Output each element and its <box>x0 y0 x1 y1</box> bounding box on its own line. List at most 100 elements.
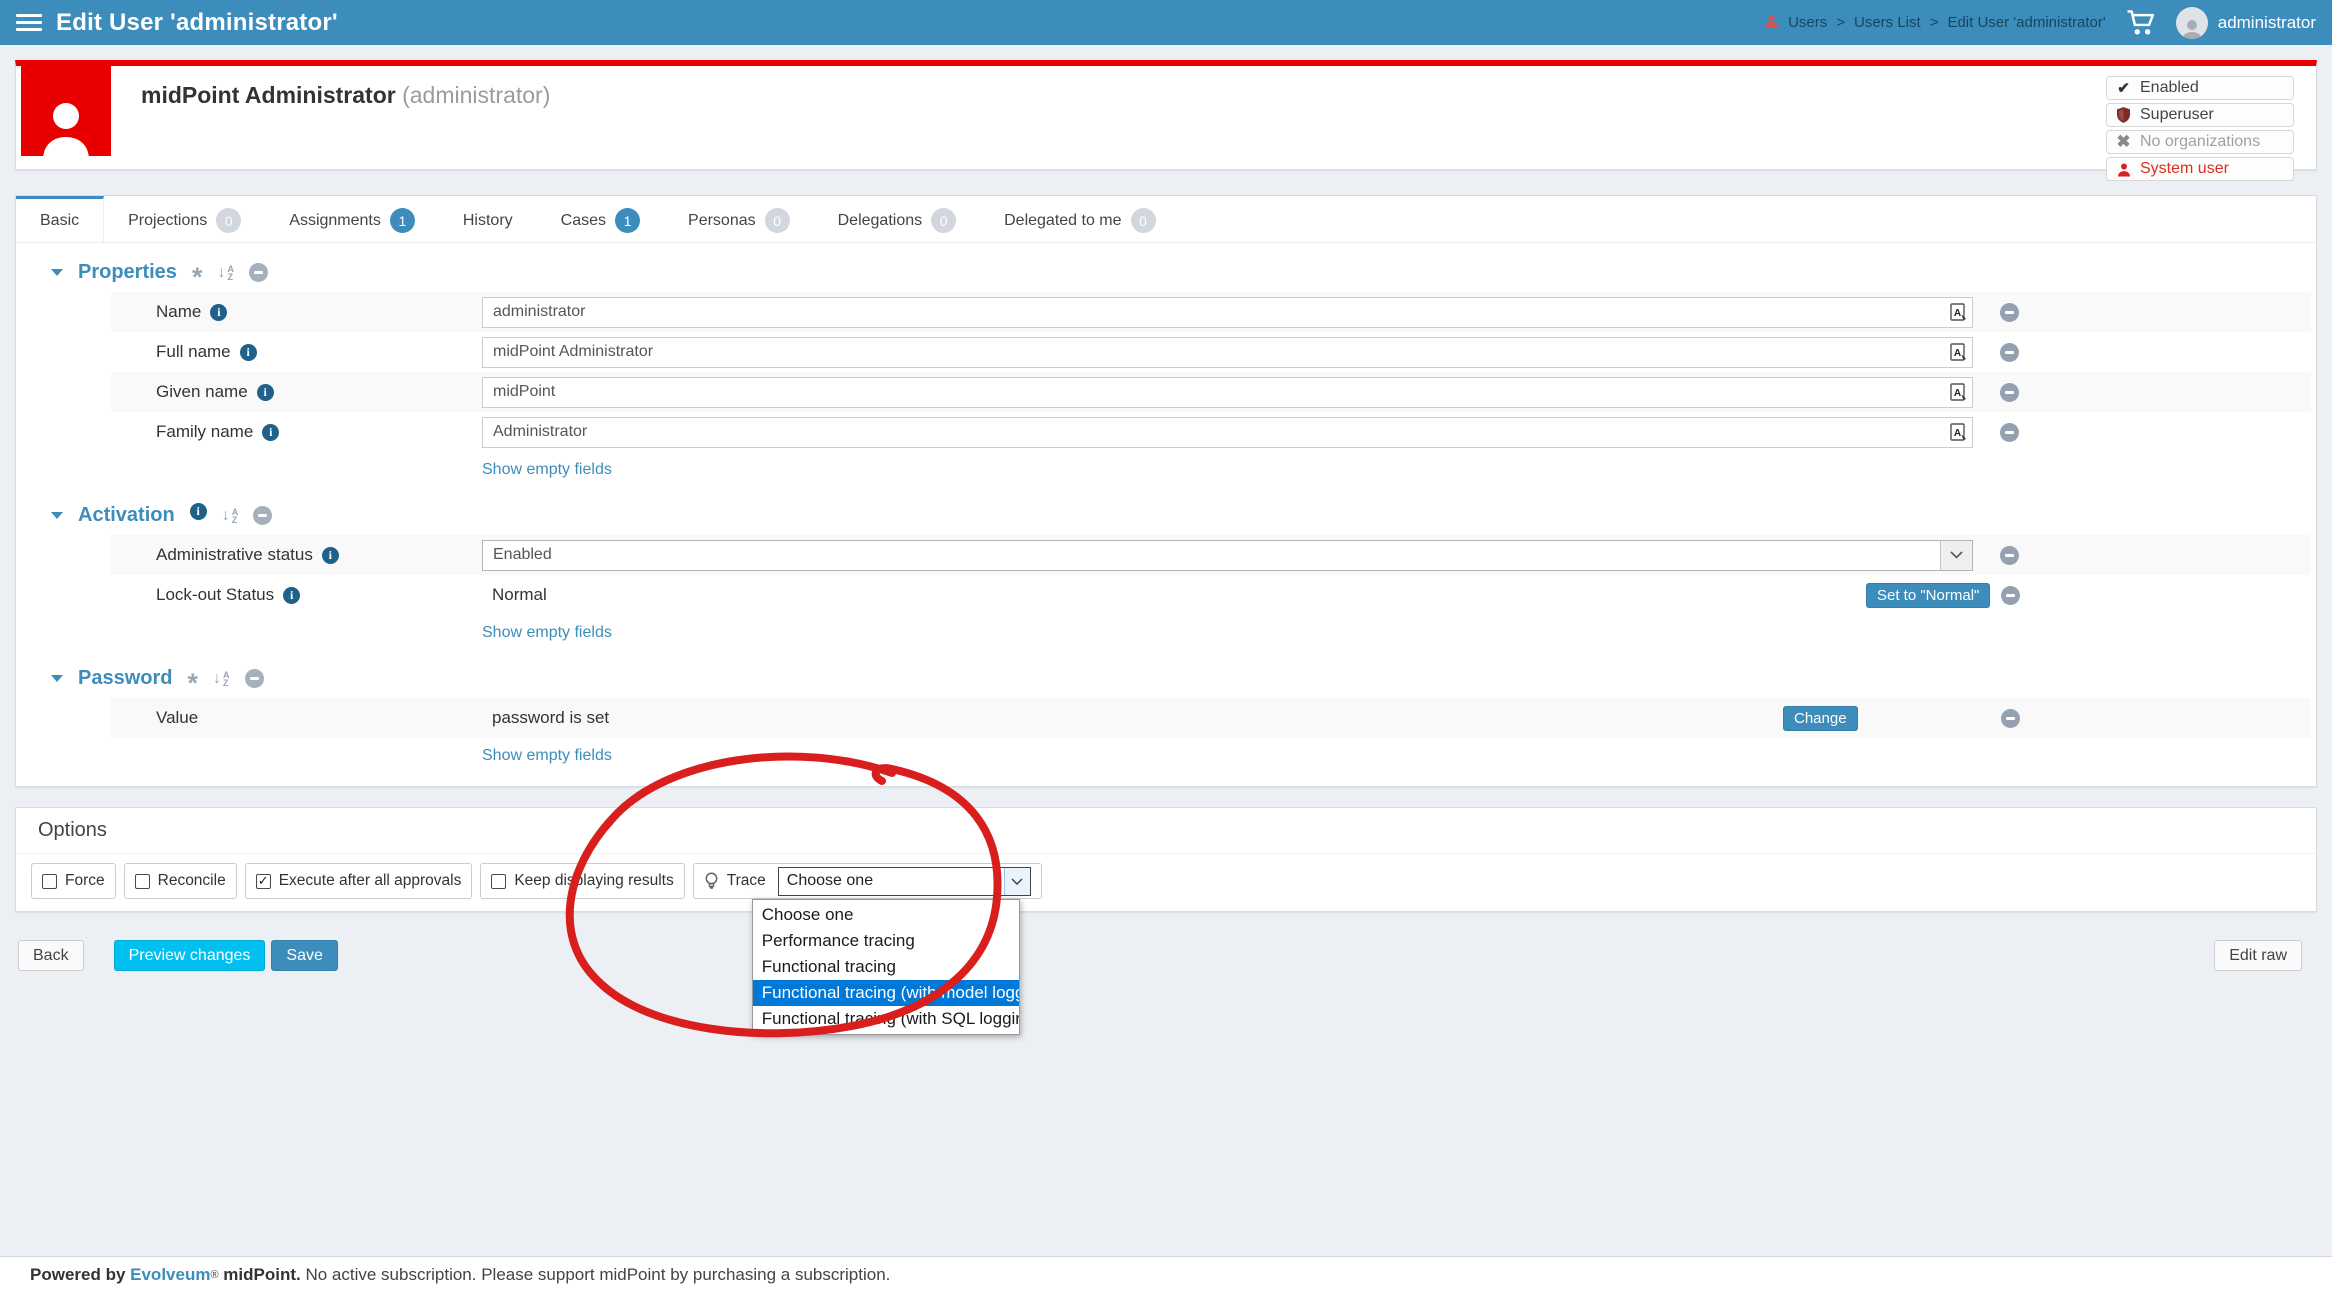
remove-value-icon[interactable] <box>2000 343 2019 362</box>
name-input[interactable] <box>482 297 1973 328</box>
execute-after-all-approvals-checkbox[interactable]: ✓ Execute after all approvals <box>245 863 473 899</box>
lightbulb-icon <box>704 872 719 891</box>
trace-select[interactable]: Choose one <box>778 867 1031 896</box>
breadcrumb-users-list[interactable]: Users List <box>1854 14 1921 31</box>
sort-activation-icon[interactable]: ↓AZ <box>222 507 239 525</box>
check-icon: ✔ <box>2116 79 2131 97</box>
remove-value-icon[interactable] <box>2001 586 2020 605</box>
remove-section-icon[interactable] <box>245 669 264 688</box>
dropdown-option-functional-tracing-model-logging[interactable]: Functional tracing (with model logging) <box>753 980 1019 1006</box>
polystring-language-icon[interactable]: A <box>1948 302 1968 327</box>
show-empty-fields-link[interactable]: Show empty fields <box>482 747 612 765</box>
subscription-message: No active subscription. Please support m… <box>301 1265 891 1285</box>
back-button[interactable]: Back <box>18 940 84 971</box>
force-checkbox[interactable]: Force <box>31 863 116 899</box>
collapse-caret-icon[interactable] <box>51 269 63 276</box>
tab-cases[interactable]: Cases1 <box>537 196 664 242</box>
info-icon[interactable]: i <box>257 384 274 401</box>
reconcile-checkbox[interactable]: Reconcile <box>124 863 237 899</box>
dropdown-option-functional-tracing[interactable]: Functional tracing <box>753 954 1019 980</box>
tab-projections[interactable]: Projections0 <box>104 196 265 242</box>
dropdown-option-functional-tracing-sql-logging[interactable]: Functional tracing (with SQL logging) <box>753 1006 1019 1032</box>
family-name-input[interactable] <box>482 417 1973 448</box>
keep-displaying-results-checkbox[interactable]: Keep displaying results <box>480 863 684 899</box>
trace-option-group: Trace Choose one Choose one Performance … <box>693 863 1042 899</box>
form-row-lockout-status: Lock-out Statusi Normal Set to "Normal" <box>111 575 2311 615</box>
info-icon[interactable]: i <box>190 503 207 520</box>
sort-properties-icon[interactable]: ↓AZ <box>217 264 234 282</box>
svg-text:A: A <box>1954 348 1961 359</box>
status-badge-enabled: ✔ Enabled <box>2106 76 2294 100</box>
info-icon[interactable]: i <box>240 344 257 361</box>
checkbox-icon <box>491 874 506 889</box>
activation-section-header: Activation i ↓AZ <box>51 504 2316 527</box>
evolveum-link[interactable]: Evolveum <box>130 1265 210 1285</box>
full-name-input[interactable] <box>482 337 1973 368</box>
status-badge-system-user: System user <box>2106 157 2294 181</box>
tab-count-badge: 1 <box>615 208 640 233</box>
remove-section-icon[interactable] <box>253 506 272 525</box>
options-panel: Options Force Reconcile ✓ Execute after … <box>15 807 2317 912</box>
administrative-status-select[interactable]: Enabled <box>482 540 1973 571</box>
summary-display-name: midPoint Administrator (administrator) <box>111 66 550 169</box>
given-name-input[interactable] <box>482 377 1973 408</box>
remove-value-icon[interactable] <box>2001 709 2020 728</box>
properties-section-header: Properties * ↓AZ <box>51 261 2316 284</box>
info-icon[interactable]: i <box>322 547 339 564</box>
x-icon: ✖ <box>2116 132 2131 152</box>
tab-count-badge: 0 <box>216 208 241 233</box>
tab-basic[interactable]: Basic <box>16 196 104 242</box>
collapse-caret-icon[interactable] <box>51 675 63 682</box>
trace-dropdown-list: Choose one Performance tracing Functiona… <box>752 899 1020 1035</box>
options-title: Options <box>16 808 2316 854</box>
polystring-language-icon[interactable]: A <box>1948 342 1968 367</box>
breadcrumb: Users > Users List > Edit User 'administ… <box>1764 13 2106 32</box>
info-icon[interactable]: i <box>283 587 300 604</box>
tab-history[interactable]: History <box>439 196 537 242</box>
powered-by-label: Powered by <box>30 1265 130 1284</box>
show-metadata-icon[interactable]: * <box>187 678 198 688</box>
breadcrumb-separator: > <box>1930 14 1939 31</box>
change-password-button[interactable]: Change <box>1783 706 1858 731</box>
preview-changes-button[interactable]: Preview changes <box>114 940 266 971</box>
hamburger-menu-icon[interactable] <box>16 14 42 31</box>
breadcrumb-users[interactable]: Users <box>1788 14 1827 31</box>
remove-value-icon[interactable] <box>2000 383 2019 402</box>
cart-icon[interactable] <box>2126 9 2156 36</box>
dropdown-option-choose-one[interactable]: Choose one <box>753 902 1019 928</box>
info-icon[interactable]: i <box>262 424 279 441</box>
set-to-normal-button[interactable]: Set to "Normal" <box>1866 583 1990 608</box>
midpoint-edit-user-page: Edit User 'administrator' Users > Users … <box>0 0 2332 1293</box>
user-icon <box>2116 162 2131 177</box>
remove-value-icon[interactable] <box>2000 303 2019 322</box>
form-row-family-name: Family namei A <box>111 412 2311 452</box>
save-button[interactable]: Save <box>271 940 337 971</box>
checkbox-icon <box>42 874 57 889</box>
show-metadata-icon[interactable]: * <box>192 272 203 282</box>
sort-password-icon[interactable]: ↓AZ <box>213 670 230 688</box>
footer: Powered by Evolveum ® midPoint. No activ… <box>0 1256 2332 1293</box>
chevron-down-icon <box>1940 541 1972 570</box>
show-empty-fields-link[interactable]: Show empty fields <box>482 624 612 642</box>
polystring-language-icon[interactable]: A <box>1948 422 1968 447</box>
tab-delegated-to-me[interactable]: Delegated to me0 <box>980 196 1179 242</box>
tab-assignments[interactable]: Assignments1 <box>265 196 439 242</box>
info-icon[interactable]: i <box>210 304 227 321</box>
remove-section-icon[interactable] <box>249 263 268 282</box>
edit-raw-button[interactable]: Edit raw <box>2214 940 2302 971</box>
remove-value-icon[interactable] <box>2000 423 2019 442</box>
show-empty-fields-link[interactable]: Show empty fields <box>482 461 612 479</box>
tab-delegations[interactable]: Delegations0 <box>814 196 981 242</box>
trace-label: Trace <box>727 872 766 890</box>
tab-count-badge: 0 <box>931 208 956 233</box>
polystring-language-icon[interactable]: A <box>1948 382 1968 407</box>
tab-personas[interactable]: Personas0 <box>664 196 814 242</box>
status-tags: ✔ Enabled Superuser ✖ No organizations <box>2106 76 2294 184</box>
collapse-caret-icon[interactable] <box>51 512 63 519</box>
dropdown-option-performance-tracing[interactable]: Performance tracing <box>753 928 1019 954</box>
breadcrumb-separator: > <box>1836 14 1845 31</box>
remove-value-icon[interactable] <box>2000 546 2019 565</box>
user-menu[interactable]: administrator <box>2176 7 2316 39</box>
username-label: administrator <box>2218 13 2316 33</box>
page-title: Edit User 'administrator' <box>56 9 338 37</box>
